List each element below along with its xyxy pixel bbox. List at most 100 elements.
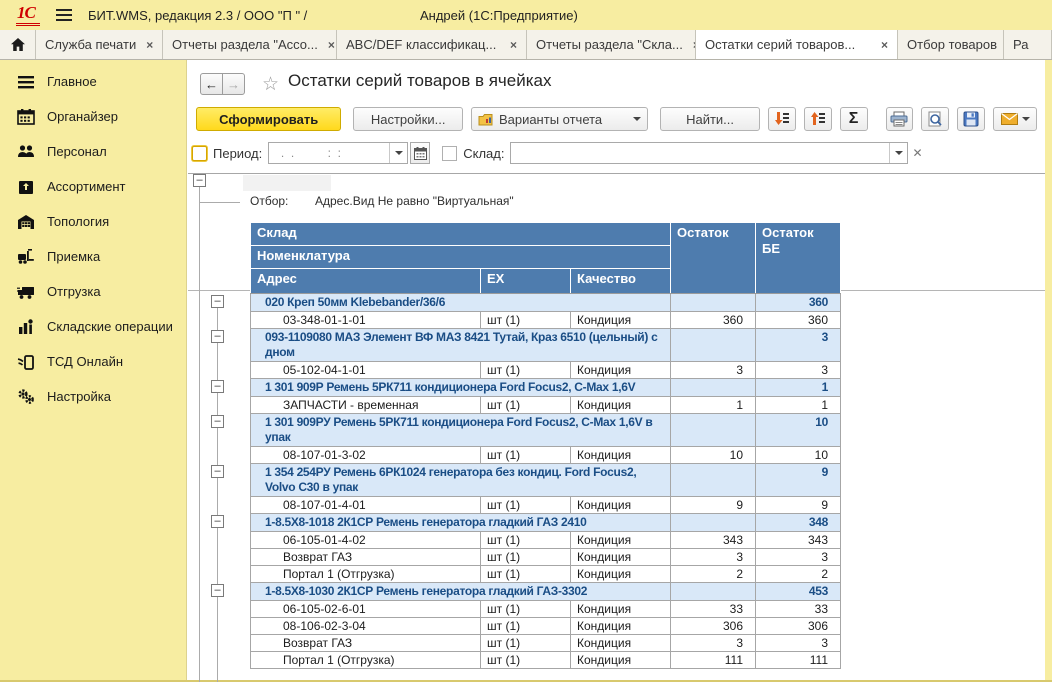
- tab-2[interactable]: Отчеты раздела "Ассо...×: [163, 30, 337, 59]
- group-row[interactable]: 1 354 254РУ Ремень 6РК1024 генератора бе…: [251, 464, 841, 497]
- mail-icon: [1001, 113, 1018, 125]
- right-edge-stripe: [1045, 60, 1052, 682]
- tree-line: [199, 202, 240, 203]
- group-row[interactable]: 1 301 909РУ Ремень 5РК711 кондиционера F…: [251, 414, 841, 447]
- tab-label: Отчеты раздела "Скла...: [536, 37, 683, 52]
- print-button[interactable]: [886, 107, 914, 131]
- sidebar-item-6[interactable]: Приемка: [0, 239, 186, 274]
- detail-row[interactable]: 08-107-01-3-02шт (1)Кондиция1010: [251, 447, 841, 464]
- close-icon[interactable]: ×: [510, 38, 517, 52]
- detail-row[interactable]: ЗАПЧАСТИ - временнаяшт (1)Кондиция11: [251, 397, 841, 414]
- totals-button[interactable]: Σ: [840, 107, 868, 131]
- forward-button[interactable]: →: [222, 73, 245, 95]
- back-button[interactable]: ←: [200, 73, 223, 95]
- warehouse-clear-icon[interactable]: ✕: [912, 146, 922, 160]
- collapse-group-icon[interactable]: –: [211, 415, 224, 428]
- main-menu-icon[interactable]: [56, 9, 72, 21]
- detail-row[interactable]: 06-105-01-4-02шт (1)Кондиция343343: [251, 532, 841, 549]
- sidebar-item-3[interactable]: Персонал: [0, 134, 186, 169]
- group-row[interactable]: 020 Креп 50мм Klebebander/36/6360: [251, 294, 841, 312]
- group-row[interactable]: 093-1109080 МАЗ Элемент ВФ МАЗ 8421 Тута…: [251, 329, 841, 362]
- warehouse-input[interactable]: [510, 142, 908, 164]
- forklift-icon: [17, 248, 35, 266]
- grid-top-border: [188, 173, 1045, 174]
- detail-row[interactable]: 05-102-04-1-01шт (1)Кондиция33: [251, 362, 841, 379]
- tab-3[interactable]: ABC/DEF классификац...×: [337, 30, 527, 59]
- detail-row[interactable]: 08-107-01-4-01шт (1)Кондиция99: [251, 497, 841, 514]
- home-icon: [10, 37, 26, 52]
- find-button[interactable]: Найти...: [660, 107, 760, 131]
- close-icon[interactable]: ×: [881, 38, 888, 52]
- 1c-logo-icon: 1С: [17, 4, 35, 22]
- warehouse-checkbox[interactable]: [442, 146, 457, 161]
- sidebar-item-label: Главное: [47, 74, 97, 89]
- sidebar-item-label: Ассортимент: [47, 179, 126, 194]
- sidebar-item-1[interactable]: Главное: [0, 64, 186, 99]
- favorite-star-icon[interactable]: ☆: [262, 73, 279, 96]
- detail-row[interactable]: Возврат ГАЗшт (1)Кондиция33: [251, 549, 841, 566]
- collapse-group-icon[interactable]: –: [211, 515, 224, 528]
- collapse-group-icon[interactable]: –: [211, 295, 224, 308]
- collapse-group-icon[interactable]: –: [211, 330, 224, 343]
- detail-row[interactable]: Портал 1 (Отгрузка)шт (1)Кондиция22: [251, 566, 841, 583]
- selection-value: Адрес.Вид Не равно "Виртуальная": [315, 194, 514, 208]
- preview-icon: [927, 111, 943, 127]
- settings-button[interactable]: Настройки...: [353, 107, 463, 131]
- group-row[interactable]: 1-8.5Х8-1030 2К1СР Ремень генератора гла…: [251, 583, 841, 601]
- tab-7[interactable]: Ра: [1004, 30, 1052, 59]
- collapse-group-icon[interactable]: –: [211, 380, 224, 393]
- sidebar-item-4[interactable]: Ассортимент: [0, 169, 186, 204]
- window-user: Андрей (1С:Предприятие): [420, 8, 578, 23]
- close-icon[interactable]: ×: [328, 38, 335, 52]
- close-icon[interactable]: ×: [146, 38, 153, 52]
- header-qty-be: Остаток БЕ: [756, 223, 841, 294]
- expand-rows-button[interactable]: [768, 107, 796, 131]
- grid-cursor-cell[interactable]: [243, 175, 331, 191]
- detail-row[interactable]: Возврат ГАЗшт (1)Кондиция33: [251, 635, 841, 652]
- period-placeholder: . . : :: [269, 146, 389, 160]
- collapse-rows-button[interactable]: [804, 107, 832, 131]
- sidebar-item-label: Настройка: [47, 389, 111, 404]
- sidebar-item-2[interactable]: Органайзер: [0, 99, 186, 134]
- tab-5[interactable]: Остатки серий товаров...×: [696, 30, 898, 59]
- sidebar-item-label: Складские операции: [47, 319, 173, 334]
- sidebar-item-10[interactable]: Настройка: [0, 379, 186, 414]
- tab-4[interactable]: Отчеты раздела "Скла...×: [527, 30, 696, 59]
- sidebar-item-8[interactable]: Складские операции: [0, 309, 186, 344]
- detail-row[interactable]: 08-106-02-3-04шт (1)Кондиция306306: [251, 618, 841, 635]
- sidebar-item-label: Топология: [47, 214, 109, 229]
- period-checkbox[interactable]: [192, 146, 207, 161]
- period-dropdown[interactable]: [389, 143, 407, 163]
- period-calendar-button[interactable]: [410, 142, 430, 164]
- group-row[interactable]: 1 301 909Р Ремень 5РК711 кондиционера Fo…: [251, 379, 841, 397]
- detail-row[interactable]: Портал 1 (Отгрузка)шт (1)Кондиция111111: [251, 652, 841, 669]
- app-window: 1С БИТ.WMS, редакция 2.3 / ООО "П " / Ан…: [0, 0, 1052, 682]
- tab-6[interactable]: Отбор товаров×: [898, 30, 1004, 59]
- warehouse-dropdown[interactable]: [889, 143, 907, 163]
- people-icon: [17, 143, 35, 161]
- sidebar-item-label: Персонал: [47, 144, 107, 159]
- generate-button[interactable]: Сформировать: [196, 107, 341, 131]
- preview-button[interactable]: [921, 107, 949, 131]
- period-input[interactable]: . . : :: [268, 142, 408, 164]
- tab-1[interactable]: Служба печати×: [36, 30, 163, 59]
- report-variants-label: Варианты отчета: [499, 112, 625, 127]
- sidebar-item-9[interactable]: ТСД Онлайн: [0, 344, 186, 379]
- header-nomenclature: Номенклатура: [251, 246, 671, 269]
- report-variants-button[interactable]: Варианты отчета: [471, 107, 648, 131]
- detail-row[interactable]: 03-348-01-1-01шт (1)Кондиция360360: [251, 312, 841, 329]
- warehouse-label: Склад:: [463, 146, 504, 161]
- sidebar-item-5[interactable]: Топология: [0, 204, 186, 239]
- mail-button[interactable]: [993, 107, 1037, 131]
- collapse-group-icon[interactable]: –: [211, 584, 224, 597]
- collapse-root-icon[interactable]: –: [193, 174, 206, 187]
- save-button[interactable]: [957, 107, 985, 131]
- report-toolbar: Сформировать Настройки... Варианты отчет…: [188, 106, 1045, 132]
- collapse-group-icon[interactable]: –: [211, 465, 224, 478]
- sidebar-item-7[interactable]: Отгрузка: [0, 274, 186, 309]
- detail-row[interactable]: 06-105-02-6-01шт (1)Кондиция3333: [251, 601, 841, 618]
- sum-icon: Σ: [849, 110, 859, 128]
- filter-row: Период: . . : : Склад: ✕: [188, 140, 1045, 166]
- tab-home[interactable]: [0, 30, 36, 59]
- group-row[interactable]: 1-8.5Х8-1018 2К1СР Ремень генератора гла…: [251, 514, 841, 532]
